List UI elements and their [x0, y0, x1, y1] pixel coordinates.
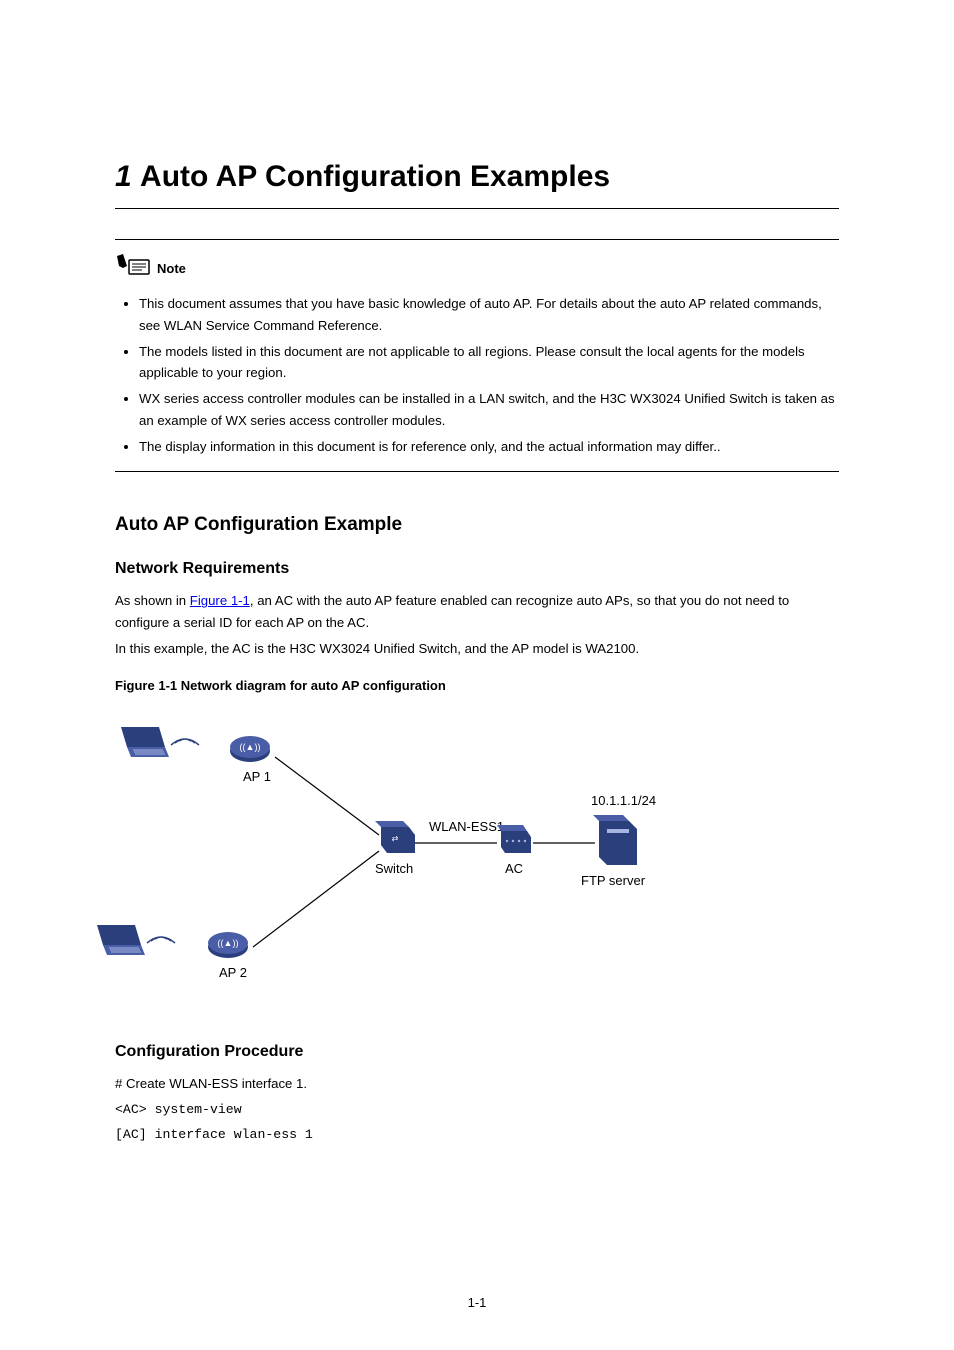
- network-req-line-2: In this example, the AC is the H3C WX302…: [115, 638, 839, 660]
- ac-label: AC: [505, 861, 523, 876]
- title-rule: [115, 208, 839, 209]
- config-proc-heading: Configuration Procedure: [115, 1043, 839, 1061]
- ap-icon: ((▲)): [203, 921, 253, 970]
- note-rule-bottom: [115, 471, 839, 472]
- figure-link[interactable]: Figure 1-1: [190, 593, 250, 608]
- figure-caption: Figure 1-1 Network diagram for auto AP c…: [115, 678, 839, 693]
- example-heading: Auto AP Configuration Example: [115, 514, 839, 536]
- note-rule-top: [115, 239, 839, 240]
- note-list-item: The display information in this document…: [139, 436, 839, 458]
- ftp-server-icon: [593, 815, 639, 874]
- ap1-label: AP 1: [243, 769, 271, 784]
- ftp-label: FTP server: [581, 873, 645, 888]
- note-list-item: The models listed in this document are n…: [139, 341, 839, 385]
- switch-label: Switch: [375, 861, 413, 876]
- page-number: 1-1: [0, 1295, 954, 1310]
- svg-text:((▲)): ((▲)): [218, 938, 239, 948]
- ap2-label: AP 2: [219, 965, 247, 980]
- svg-text:⇄: ⇄: [392, 834, 399, 843]
- note-list: This document assumes that you have basi…: [121, 293, 839, 457]
- cli-line: [AC] interface wlan-ess 1: [115, 1124, 839, 1146]
- chapter-title: 1 Auto AP Configuration Examples: [115, 160, 839, 194]
- note-label: Note: [157, 261, 186, 276]
- ip-label: 10.1.1.1/24: [591, 793, 656, 808]
- note-list-item: WX series access controller modules can …: [139, 388, 839, 432]
- note-box: Note This document assumes that you have…: [115, 239, 839, 472]
- cli-line: <AC> system-view: [115, 1099, 839, 1121]
- client-laptop-icon: [115, 723, 169, 768]
- config-step: # Create WLAN-ESS interface 1.: [115, 1073, 839, 1095]
- note-list-item: This document assumes that you have basi…: [139, 293, 839, 337]
- note-header: Note: [115, 254, 186, 283]
- network-diagram: ((▲)) AP 1 ((▲)) AP 2 ⇄ Switch WLAN-ESS1: [115, 703, 675, 1003]
- client-laptop-icon: [91, 921, 145, 966]
- wlaness-label: WLAN-ESS1: [429, 819, 504, 834]
- pencil-note-icon: [115, 254, 151, 283]
- ac-icon: [497, 825, 533, 862]
- svg-text:((▲)): ((▲)): [240, 742, 261, 752]
- network-req-heading: Network Requirements: [115, 560, 839, 578]
- ap-icon: ((▲)): [225, 725, 275, 774]
- switch-icon: ⇄: [373, 821, 417, 866]
- network-req-line-1: As shown in Figure 1-1, an AC with the a…: [115, 590, 839, 634]
